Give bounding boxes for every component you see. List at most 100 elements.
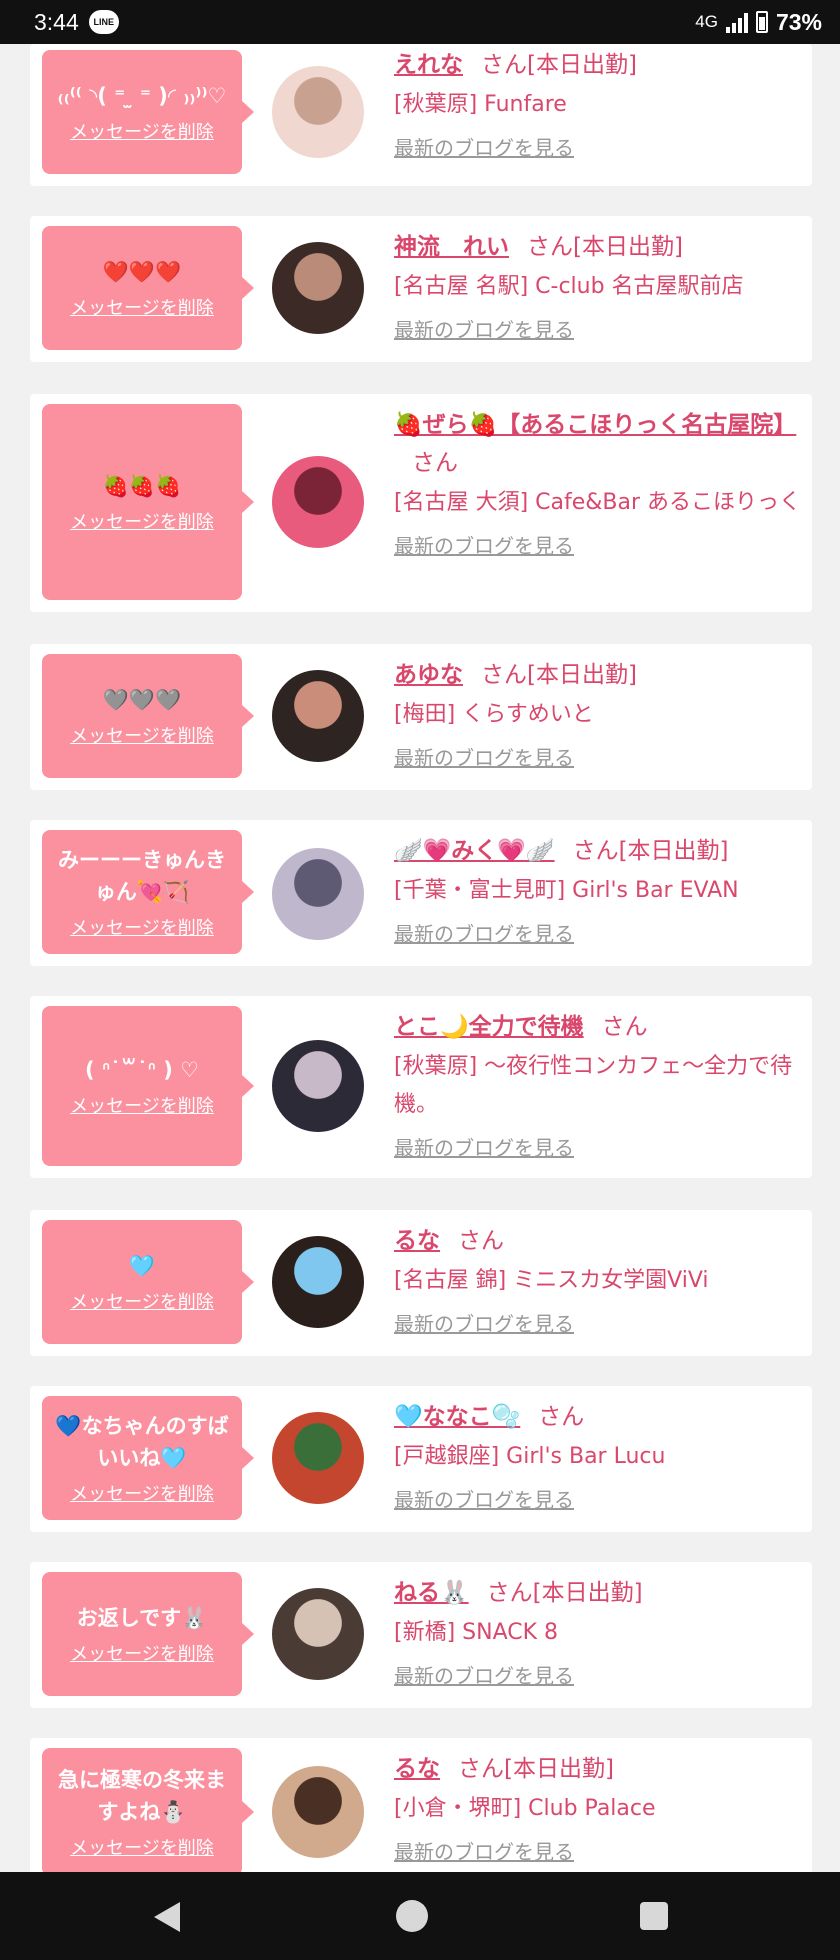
name-line: るな さん[本日出勤] <box>394 1750 802 1788</box>
avatar[interactable] <box>272 1236 364 1328</box>
avatar[interactable] <box>272 1766 364 1858</box>
cast-info: 🪽💗みく💗🪽 さん[本日出勤] [千葉・富士見町] Girl's Bar EVAN… <box>394 832 802 947</box>
cast-name-link[interactable]: 🍓ぜら🍓【あるこほりっく名古屋院】 <box>394 412 796 438</box>
latest-blog-link[interactable]: 最新のブログを見る <box>394 1132 574 1161</box>
message-text: 🍓🍓🍓 <box>102 474 182 498</box>
delete-message-link[interactable]: メッセージを削除 <box>70 294 214 320</box>
cast-name-link[interactable]: とこ🌙全力で待機 <box>394 1014 584 1040</box>
latest-blog-link[interactable]: 最新のブログを見る <box>394 530 574 559</box>
cast-name-link[interactable]: るな <box>394 1756 440 1782</box>
honorific: さん <box>527 234 573 260</box>
latest-blog-link[interactable]: 最新のブログを見る <box>394 314 574 343</box>
latest-blog-link[interactable]: 最新のブログを見る <box>394 132 574 161</box>
cast-info: とこ🌙全力で待機 さん [秋葉原] 〜夜行性コンカフェ〜全力で待機。 最新のブログ… <box>394 1008 802 1161</box>
cast-name-link[interactable]: ねる🐰 <box>394 1580 469 1606</box>
honorific: さん <box>486 1580 533 1606</box>
message-bubble: ❤️❤️❤️ メッセージを削除 <box>42 226 254 350</box>
cast-name-link[interactable]: あゆな <box>394 662 463 688</box>
status-bar: 3:44 LINE 4G 73% <box>0 0 840 44</box>
message-bubble: ( ᐢ˙꒳˙ᐢ ) ♡ メッセージを削除 <box>42 1006 254 1166</box>
delete-message-link[interactable]: メッセージを削除 <box>70 722 214 748</box>
cast-info: えれな さん[本日出勤] [秋葉原] Funfare 最新のブログを見る <box>394 46 802 161</box>
name-line: あゆな さん[本日出勤] <box>394 656 802 694</box>
shop-name: [新橋] SNACK 8 <box>394 1620 559 1645</box>
delete-message-link[interactable]: メッセージを削除 <box>70 1834 214 1860</box>
battery-icon <box>755 11 768 33</box>
cast-name-link[interactable]: 🪽💗みく💗🪽 <box>394 838 555 864</box>
attendance-badge: [本日出勤] <box>532 1580 643 1606</box>
delete-message-link[interactable]: メッセージを削除 <box>70 914 214 940</box>
name-line: 🩵ななこ🫧 さん <box>394 1398 802 1436</box>
message-text: 🩶🩶🩶 <box>102 688 182 712</box>
cast-info: 🍓ぜら🍓【あるこほりっく名古屋院】さん [名古屋 大須] Cafe&Bar ある… <box>394 406 802 559</box>
network-type: 4G <box>695 12 718 31</box>
delete-message-link[interactable]: メッセージを削除 <box>70 508 214 534</box>
honorific: さん <box>412 450 458 476</box>
delete-message-link[interactable]: メッセージを削除 <box>70 1288 214 1314</box>
shop-name: [秋葉原] 〜夜行性コンカフェ〜全力で待機。 <box>394 1054 793 1117</box>
cast-name-link[interactable]: えれな <box>394 52 463 78</box>
system-nav-bar <box>0 1872 840 1960</box>
cast-info: るな さん[本日出勤] [小倉・堺町] Club Palace 最新のブログを見る <box>394 1750 802 1865</box>
latest-blog-link[interactable]: 最新のブログを見る <box>394 742 574 771</box>
recent-apps-icon[interactable] <box>640 1902 668 1930</box>
avatar[interactable] <box>272 848 364 940</box>
home-icon[interactable] <box>396 1900 428 1932</box>
latest-blog-link[interactable]: 最新のブログを見る <box>394 918 574 947</box>
message-bubble: お返しです🐰 メッセージを削除 <box>42 1572 254 1696</box>
cast-name-link[interactable]: るな <box>394 1228 440 1254</box>
avatar[interactable] <box>272 1588 364 1680</box>
avatar[interactable] <box>272 242 364 334</box>
message-bubble: 🩵 メッセージを削除 <box>42 1220 254 1344</box>
message-text: お返しです🐰 <box>76 1606 208 1630</box>
message-text: 急に極寒の冬来ますよね⛄ <box>58 1768 226 1824</box>
message-text: ❤️❤️❤️ <box>102 260 182 284</box>
status-time: 3:44 <box>34 8 79 35</box>
avatar[interactable] <box>272 670 364 762</box>
message-card: ₍₍⁽⁽ ◝( ⁼ ̫ ⁼ )◜ ₎₎⁾⁾♡ メッセージを削除 えれな さん[本日… <box>30 44 812 186</box>
cast-name-link[interactable]: 神流 れい <box>394 234 509 260</box>
attendance-badge: [本日出勤] <box>618 838 729 864</box>
avatar[interactable] <box>272 1040 364 1132</box>
message-bubble: 💙なちゃんのすばいいね🩵 メッセージを削除 <box>42 1396 254 1520</box>
name-line: るな さん <box>394 1222 802 1260</box>
message-bubble: 🍓🍓🍓 メッセージを削除 <box>42 404 254 600</box>
message-card: お返しです🐰 メッセージを削除 ねる🐰 さん[本日出勤] [新橋] SNACK 8… <box>30 1562 812 1708</box>
latest-blog-link[interactable]: 最新のブログを見る <box>394 1308 574 1337</box>
avatar[interactable] <box>272 66 364 158</box>
message-text: 💙なちゃんのすばいいね🩵 <box>55 1414 229 1470</box>
honorific: さん <box>458 1228 504 1254</box>
latest-blog-link[interactable]: 最新のブログを見る <box>394 1484 574 1513</box>
back-icon[interactable] <box>154 1902 180 1932</box>
message-text: みーーーきゅんきゅん💘🏹 <box>58 848 226 904</box>
attendance-badge: [本日出勤] <box>527 52 637 78</box>
delete-message-link[interactable]: メッセージを削除 <box>70 1092 214 1118</box>
cast-name-link[interactable]: 🩵ななこ🫧 <box>394 1404 520 1430</box>
battery-percent: 73% <box>775 8 822 35</box>
latest-blog-link[interactable]: 最新のブログを見る <box>394 1660 574 1689</box>
delete-message-link[interactable]: メッセージを削除 <box>70 1640 214 1666</box>
message-card: 🩶🩶🩶 メッセージを削除 あゆな さん[本日出勤] [梅田] くらすめいと 最新の… <box>30 644 812 790</box>
cast-info: あゆな さん[本日出勤] [梅田] くらすめいと 最新のブログを見る <box>394 656 802 771</box>
avatar[interactable] <box>272 1412 364 1504</box>
avatar[interactable] <box>272 456 364 548</box>
message-card: 急に極寒の冬来ますよね⛄ メッセージを削除 るな さん[本日出勤] [小倉・堺町]… <box>30 1738 812 1888</box>
shop-name: [名古屋 名駅] C-club 名古屋駅前店 <box>394 274 744 299</box>
message-text: ₍₍⁽⁽ ◝( ⁼ ̫ ⁼ )◜ ₎₎⁾⁾♡ <box>57 84 227 108</box>
message-card: 💙なちゃんのすばいいね🩵 メッセージを削除 🩵ななこ🫧 さん [戸越銀座] Gir… <box>30 1386 812 1532</box>
message-card: ( ᐢ˙꒳˙ᐢ ) ♡ メッセージを削除 とこ🌙全力で待機 さん [秋葉原] 〜夜… <box>30 996 812 1178</box>
shop-name: [戸越銀座] Girl's Bar Lucu <box>394 1444 666 1469</box>
latest-blog-link[interactable]: 最新のブログを見る <box>394 1836 574 1865</box>
honorific: さん <box>481 662 527 688</box>
message-bubble: 急に極寒の冬来ますよね⛄ メッセージを削除 <box>42 1748 254 1876</box>
name-line: とこ🌙全力で待機 さん <box>394 1008 802 1046</box>
name-line: えれな さん[本日出勤] <box>394 46 802 84</box>
message-text: ( ᐢ˙꒳˙ᐢ ) ♡ <box>85 1058 199 1082</box>
delete-message-link[interactable]: メッセージを削除 <box>70 118 214 144</box>
shop-name: [名古屋 錦] ミニスカ女学園ViVi <box>394 1268 709 1293</box>
delete-message-link[interactable]: メッセージを削除 <box>70 1480 214 1506</box>
cast-info: 神流 れい さん[本日出勤] [名古屋 名駅] C-club 名古屋駅前店 最新の… <box>394 228 802 343</box>
signal-icon <box>725 11 748 33</box>
shop-name: [梅田] くらすめいと <box>394 702 594 727</box>
cast-info: るな さん [名古屋 錦] ミニスカ女学園ViVi 最新のブログを見る <box>394 1222 802 1337</box>
